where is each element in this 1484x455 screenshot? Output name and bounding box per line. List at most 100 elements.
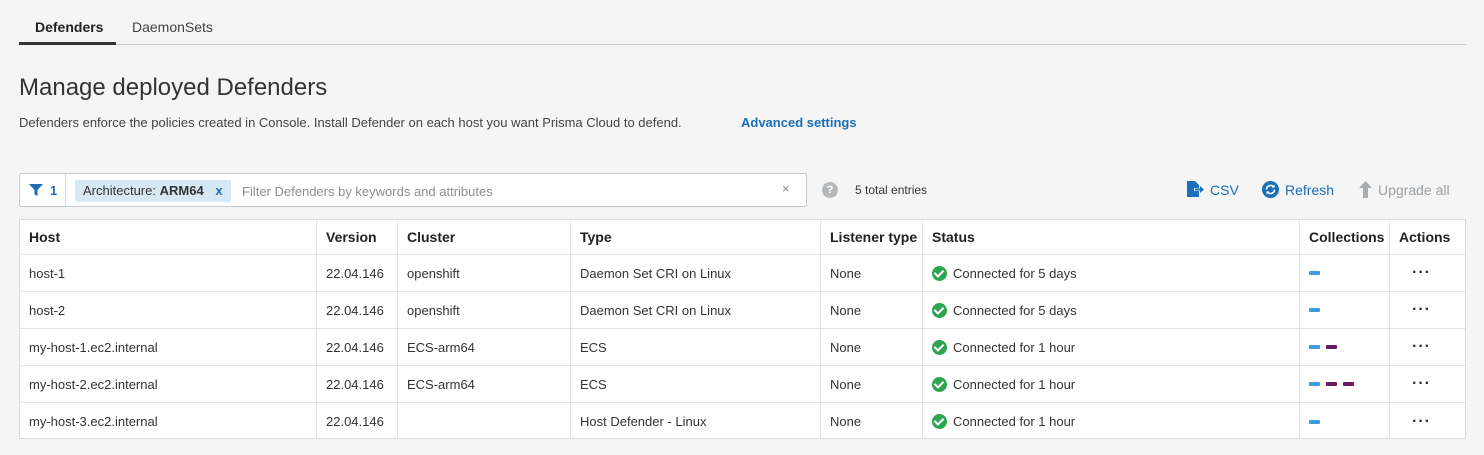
column-header-actions: Actions	[1399, 229, 1451, 245]
filter-input[interactable]	[242, 180, 762, 202]
clear-filter-icon[interactable]: ×	[782, 181, 790, 196]
type-cell: Daemon Set CRI on Linux	[580, 302, 732, 318]
column-header-version[interactable]: Version	[317, 220, 398, 254]
connected-check-icon	[932, 302, 947, 318]
column-header-listener-type[interactable]: Listener type	[821, 220, 923, 254]
listener-type-cell: None	[830, 376, 862, 392]
status-text: Connected for 1 hour	[953, 414, 1076, 429]
row-actions-menu-icon[interactable]: ···	[1390, 255, 1467, 291]
status-cell: Connected for 1 hour	[923, 403, 1300, 440]
collection-tag[interactable]	[1343, 382, 1354, 386]
host-cell: my-host-2.ec2.internal	[29, 376, 158, 392]
row-actions-menu-icon[interactable]: ···	[1390, 292, 1467, 328]
csv-export-icon	[1187, 181, 1204, 197]
host-cell: my-host-3.ec2.internal	[29, 414, 158, 429]
status-cell: Connected for 1 hour	[923, 329, 1300, 365]
advanced-settings-link[interactable]: Advanced settings	[741, 115, 857, 130]
status-cell: Connected for 1 hour	[923, 366, 1300, 402]
connected-check-icon	[932, 376, 947, 392]
collection-tag[interactable]	[1326, 345, 1337, 349]
column-header-status[interactable]: Status	[923, 220, 1300, 254]
connected-check-icon	[932, 414, 947, 429]
collection-tag[interactable]	[1326, 382, 1337, 386]
filter-chip-remove-button[interactable]: x	[215, 183, 222, 198]
table-row[interactable]: my-host-1.ec2.internal 22.04.146 ECS-arm64…	[20, 329, 1465, 366]
filter-count-button[interactable]: 1	[20, 174, 66, 206]
column-header-host[interactable]: Host	[20, 220, 317, 254]
type-cell: ECS	[580, 339, 607, 355]
status-text: Connected for 1 hour	[953, 376, 1076, 392]
filter-chip-architecture: Architecture: ARM64 x	[75, 180, 231, 202]
tab-daemonsets[interactable]: DaemonSets	[132, 19, 213, 35]
filter-icon	[29, 184, 43, 196]
filter-bar: 1 Architecture: ARM64 x ×	[19, 173, 807, 207]
tab-defenders[interactable]: Defenders	[35, 19, 103, 35]
refresh-label: Refresh	[1285, 182, 1335, 198]
version-cell: 22.04.146	[326, 265, 384, 281]
version-cell: 22.04.146	[326, 376, 384, 392]
collection-tag[interactable]	[1309, 345, 1320, 349]
table-row[interactable]: host-1 22.04.146 openshift Daemon Set CRI o…	[20, 255, 1465, 292]
listener-type-cell: None	[830, 339, 862, 355]
column-header-collections[interactable]: Collections	[1300, 220, 1390, 254]
version-cell: 22.04.146	[326, 339, 384, 355]
version-cell: 22.04.146	[326, 302, 384, 318]
type-cell: Host Defender - Linux	[580, 414, 707, 429]
row-actions-menu-icon[interactable]: ···	[1390, 329, 1467, 365]
host-cell: host-2	[29, 302, 66, 318]
collections-cell	[1300, 329, 1390, 365]
status-text: Connected for 5 days	[953, 302, 1077, 318]
status-text: Connected for 1 hour	[953, 339, 1076, 355]
upgrade-all-label: Upgrade all	[1378, 182, 1450, 198]
page-description: Defenders enforce the policies created i…	[19, 115, 682, 130]
active-tab-indicator	[19, 42, 116, 45]
collection-tag[interactable]	[1309, 382, 1320, 386]
refresh-button[interactable]: Refresh	[1262, 181, 1334, 198]
collection-tag[interactable]	[1309, 419, 1320, 424]
host-cell: host-1	[29, 265, 66, 281]
column-header-cluster[interactable]: Cluster	[398, 220, 571, 254]
collections-cell	[1300, 403, 1390, 440]
table-row[interactable]: host-2 22.04.146 openshift Daemon Set CRI o…	[20, 292, 1465, 329]
collections-cell	[1300, 366, 1390, 402]
listener-type-cell: None	[830, 265, 862, 281]
status-text: Connected for 5 days	[953, 265, 1077, 281]
refresh-icon	[1262, 181, 1279, 198]
status-cell: Connected for 5 days	[923, 255, 1300, 291]
listener-type-cell: None	[830, 302, 862, 318]
collection-tag[interactable]	[1309, 271, 1320, 275]
defenders-table: Host Version Cluster Type Listener type …	[19, 219, 1466, 439]
filter-count: 1	[50, 183, 58, 198]
cluster-cell: ECS-arm64	[407, 339, 475, 355]
page-title: Manage deployed Defenders	[19, 74, 328, 101]
type-cell: ECS	[580, 376, 607, 392]
row-actions-menu-icon[interactable]: ···	[1390, 366, 1467, 402]
help-icon[interactable]: ?	[822, 182, 838, 198]
filter-chip-value: ARM64	[159, 183, 204, 198]
connected-check-icon	[932, 339, 947, 355]
table-row[interactable]: my-host-3.ec2.internal 22.04.146 Host Defe…	[20, 403, 1465, 440]
cluster-cell	[398, 403, 571, 440]
column-header-type[interactable]: Type	[571, 220, 821, 254]
cluster-cell: openshift	[407, 265, 460, 281]
connected-check-icon	[932, 265, 947, 281]
collections-cell	[1300, 255, 1390, 291]
collection-tag[interactable]	[1309, 308, 1320, 312]
csv-label: CSV	[1210, 182, 1239, 198]
status-cell: Connected for 5 days	[923, 292, 1300, 328]
table-row[interactable]: my-host-2.ec2.internal 22.04.146 ECS-arm64…	[20, 366, 1465, 403]
total-entries: 5 total entries	[855, 183, 928, 197]
collections-cell	[1300, 292, 1390, 328]
cluster-cell: openshift	[407, 302, 460, 318]
table-header-row: Host Version Cluster Type Listener type …	[20, 220, 1465, 255]
listener-type-cell: None	[830, 414, 862, 429]
cluster-cell: ECS-arm64	[407, 376, 475, 392]
filter-chip-key: Architecture:	[83, 183, 156, 198]
row-actions-menu-icon[interactable]: ···	[1390, 403, 1467, 440]
csv-button[interactable]: CSV	[1186, 181, 1239, 198]
version-cell: 22.04.146	[326, 414, 384, 429]
type-cell: Daemon Set CRI on Linux	[580, 265, 732, 281]
upgrade-all-button[interactable]: Upgrade all	[1359, 181, 1450, 198]
upgrade-arrow-icon	[1359, 181, 1372, 198]
host-cell: my-host-1.ec2.internal	[29, 339, 158, 355]
